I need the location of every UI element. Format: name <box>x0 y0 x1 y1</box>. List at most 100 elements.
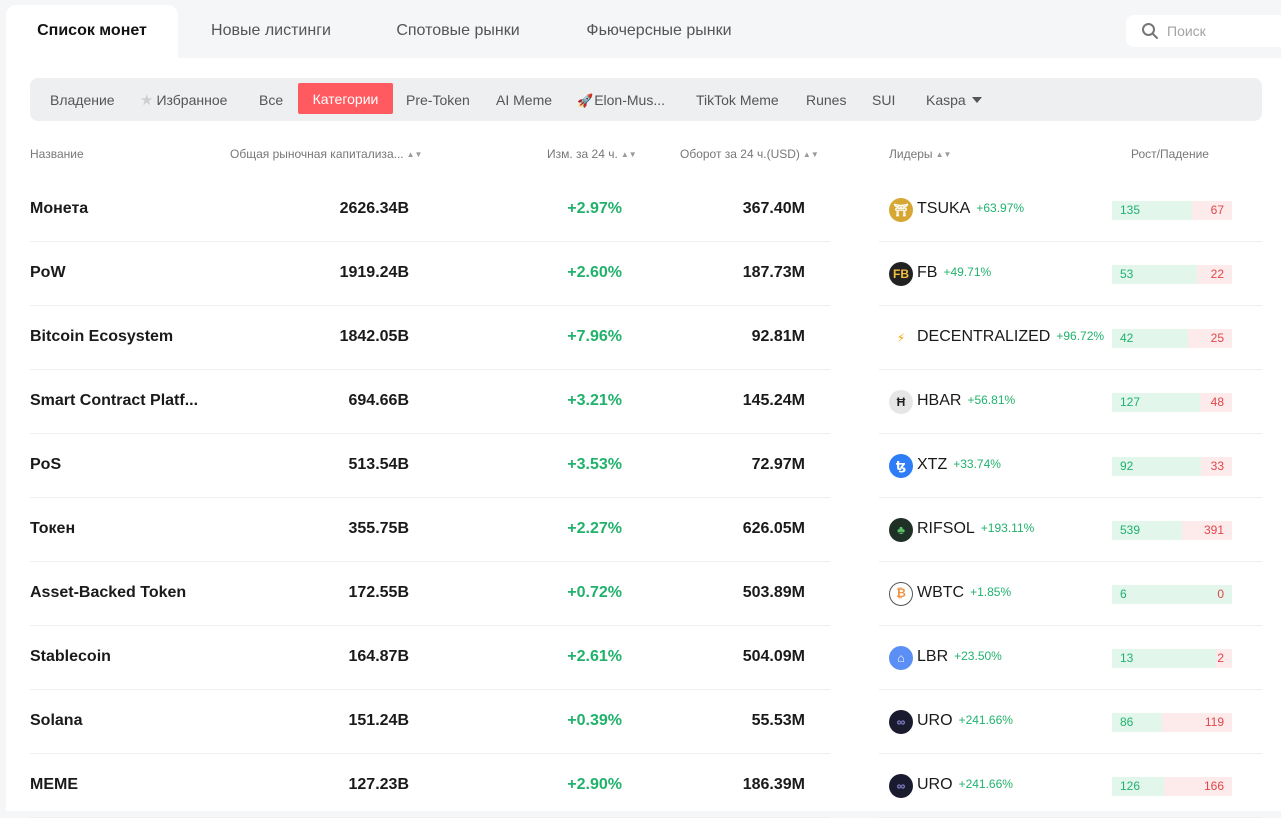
tab-new-listings[interactable]: Новые листинги <box>190 5 352 58</box>
sort-icon[interactable]: ▲▼ <box>936 150 952 159</box>
sort-icon[interactable]: ▲▼ <box>621 150 637 159</box>
category-runes[interactable]: Runes <box>806 78 846 121</box>
change-24h-value: +0.39% <box>567 712 622 729</box>
category-sui[interactable]: SUI <box>872 78 895 121</box>
table-row[interactable]: Solana 151.24B +0.39% 55.53M ∞ URO +241.66% 86 1… <box>0 690 1281 754</box>
table-row[interactable]: PoW 1919.24B +2.60% 187.73M FB FB +49.71% 53 22 <box>0 242 1281 306</box>
table-row[interactable]: Stablecoin 164.87B +2.61% 504.09M ⌂ LBR +23.50… <box>0 626 1281 690</box>
leader-coin[interactable]: TSUKA +63.97% <box>917 200 1024 218</box>
fall-count: 0 <box>1217 587 1224 601</box>
category-kaspa-dropdown[interactable]: Kaspa <box>926 78 982 121</box>
header-rise-fall: Рост/Падение <box>1131 147 1209 161</box>
leader-coin[interactable]: RIFSOL +193.11% <box>917 520 1034 538</box>
leader-symbol: DECENTRALIZED <box>917 328 1051 345</box>
table-row[interactable]: Токен 355.75B +2.27% 626.05M ♣ RIFSOL +193.11%… <box>0 498 1281 562</box>
leader-symbol: URO <box>917 712 953 729</box>
category-all[interactable]: Все <box>259 78 283 121</box>
category-favorites[interactable]: ★ Избранное <box>140 78 227 121</box>
fall-count: 166 <box>1203 779 1224 793</box>
leader-change: +241.66% <box>958 713 1013 727</box>
change-24h-value: +7.96% <box>567 328 622 345</box>
category-elon-musk[interactable]: 🚀Elon-Mus... <box>577 78 665 121</box>
leader-symbol: XTZ <box>917 456 948 473</box>
fall-count: 33 <box>1210 459 1224 473</box>
leader-change: +63.97% <box>976 201 1025 215</box>
rise-count: 92 <box>1120 459 1134 473</box>
volume-24h-value: 187.73M <box>742 264 805 281</box>
leader-change: +49.71% <box>943 265 992 279</box>
table-row[interactable]: Монета 2626.34B +2.97% 367.40M ⛩ TSUKA +63.97%… <box>0 178 1281 242</box>
rise-fall-bar: 127 48 <box>1112 393 1232 412</box>
sort-icon[interactable]: ▲▼ <box>803 150 819 159</box>
fall-count: 25 <box>1210 331 1224 345</box>
header-leaders[interactable]: Лидеры ▲▼ <box>889 147 951 161</box>
caret-down-icon <box>971 97 982 103</box>
lbr-logo-icon: ⌂ <box>889 646 913 670</box>
rise-fall-bar: 126 166 <box>1112 777 1232 796</box>
tab-futures-markets[interactable]: Фьючерсные рынки <box>570 5 748 58</box>
change-24h-value: +2.61% <box>567 648 622 665</box>
market-cap-value: 355.75B <box>348 520 410 537</box>
category-ai-meme[interactable]: AI Meme <box>496 78 552 121</box>
search-icon <box>1142 23 1158 39</box>
rise-fall-bar: 60 <box>1112 585 1232 604</box>
table-row[interactable]: Smart Contract Platf... 694.66B +3.21% 145.… <box>0 370 1281 434</box>
category-name[interactable]: Asset-Backed Token <box>30 584 186 602</box>
table-row[interactable]: PoS 513.54B +3.53% 72.97M ꜩ XTZ +33.74% 92 33 <box>0 434 1281 498</box>
market-cap-value: 172.55B <box>348 584 410 601</box>
change-24h-value: +0.72% <box>567 584 622 601</box>
rise-count: 539 <box>1120 523 1141 537</box>
leader-change: +23.50% <box>954 649 1002 663</box>
category-name[interactable]: Solana <box>30 712 82 730</box>
tezos-logo-icon: ꜩ <box>889 454 913 478</box>
market-cap-value: 513.54B <box>348 456 410 473</box>
table-row[interactable]: MEME 127.23B +2.90% 186.39M ∞ URO +241.66% 126 1… <box>0 754 1281 818</box>
market-cap-value: 2626.34B <box>339 200 409 217</box>
tab-coin-list[interactable]: Список монет <box>6 5 178 58</box>
change-24h-value: +2.27% <box>567 520 622 537</box>
category-categories[interactable]: Категории <box>298 83 393 114</box>
rise-fall-bar: 539 391 <box>1112 521 1232 540</box>
leader-coin[interactable]: DECENTRALIZED +96.72% <box>917 328 1104 346</box>
rifsol-logo-icon: ♣ <box>889 518 913 542</box>
leader-symbol: LBR <box>917 648 949 665</box>
category-name[interactable]: Монета <box>30 200 88 218</box>
leader-coin[interactable]: URO +241.66% <box>917 776 1013 794</box>
category-bar: Владение ★ Избранное Все Категории Pre-To… <box>30 78 1262 121</box>
leader-coin[interactable]: FB +49.71% <box>917 264 991 282</box>
category-name[interactable]: MEME <box>30 776 78 794</box>
leader-coin[interactable]: XTZ +33.74% <box>917 456 1001 474</box>
search-box[interactable]: Поиск <box>1126 15 1281 47</box>
rise-fall-bar: 42 25 <box>1112 329 1232 348</box>
category-name[interactable]: Bitcoin Ecosystem <box>30 328 173 346</box>
tab-spot-markets[interactable]: Спотовые рынки <box>377 5 539 58</box>
search-input[interactable]: Поиск <box>1167 23 1206 39</box>
category-name[interactable]: PoS <box>30 456 61 474</box>
leader-coin[interactable]: LBR +23.50% <box>917 648 1002 666</box>
header-volume-24h[interactable]: Оборот за 24 ч.(USD) ▲▼ <box>680 147 819 161</box>
category-name[interactable]: Токен <box>30 520 75 538</box>
header-market-cap[interactable]: Общая рыночная капитализа... ▲▼ <box>230 147 422 161</box>
rise-fall-bar: 86 119 <box>1112 713 1232 732</box>
rise-count: 53 <box>1120 267 1134 281</box>
table-row[interactable]: Asset-Backed Token 172.55B +0.72% 503.89M ₿ W… <box>0 562 1281 626</box>
category-name[interactable]: PoW <box>30 264 66 282</box>
category-pre-token[interactable]: Pre-Token <box>406 78 470 121</box>
leader-coin[interactable]: URO +241.66% <box>917 712 1013 730</box>
category-tiktok-meme[interactable]: TikTok Meme <box>696 78 779 121</box>
table-row[interactable]: Bitcoin Ecosystem 1842.05B +7.96% 92.81M ⚡ DE… <box>0 306 1281 370</box>
volume-24h-value: 92.81M <box>751 328 805 345</box>
category-name[interactable]: Smart Contract Platf... <box>30 392 198 410</box>
leader-change: +33.74% <box>953 457 1001 471</box>
leader-coin[interactable]: WBTC +1.85% <box>917 584 1011 602</box>
category-name[interactable]: Stablecoin <box>30 648 111 666</box>
sort-icon[interactable]: ▲▼ <box>407 150 423 159</box>
leader-coin[interactable]: HBAR +56.81% <box>917 392 1015 410</box>
volume-24h-value: 55.53M <box>751 712 805 729</box>
hbar-logo-icon: Ħ <box>889 390 913 414</box>
rise-count: 42 <box>1120 331 1134 345</box>
rise-fill <box>1112 585 1232 604</box>
header-change-24h[interactable]: Изм. за 24 ч. ▲▼ <box>547 147 637 161</box>
category-holdings[interactable]: Владение <box>50 78 115 121</box>
rise-count: 13 <box>1120 651 1134 665</box>
